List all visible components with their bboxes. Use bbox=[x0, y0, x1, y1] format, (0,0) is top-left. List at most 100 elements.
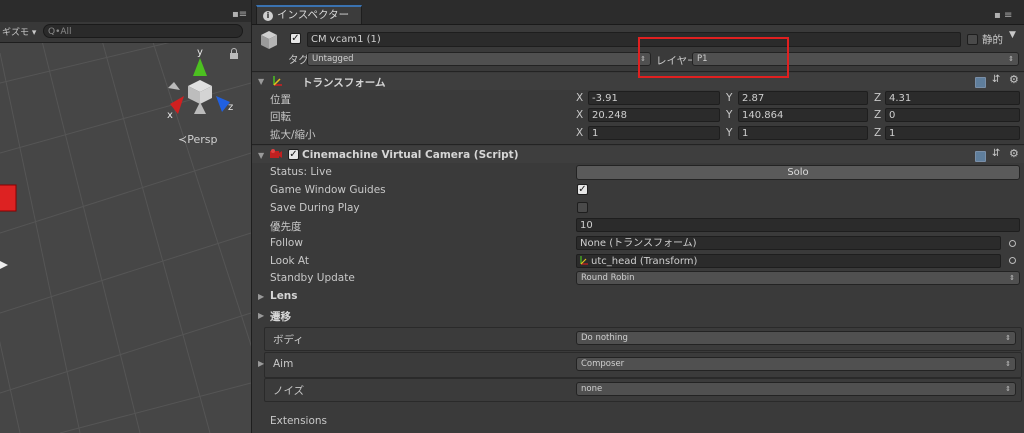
transform-icon bbox=[273, 76, 282, 86]
position-x-field[interactable]: -3.91 bbox=[588, 91, 720, 105]
rotation-z-label[interactable]: Z bbox=[874, 109, 881, 121]
tab-inspector[interactable]: i インスペクター bbox=[256, 5, 362, 24]
scale-y-field[interactable]: 1 bbox=[738, 126, 868, 140]
solo-button[interactable]: Solo bbox=[576, 165, 1020, 180]
help-book-icon[interactable] bbox=[975, 77, 986, 88]
layer-highlight-box bbox=[638, 37, 789, 78]
info-icon: i bbox=[263, 11, 273, 21]
divider bbox=[252, 144, 1024, 145]
priority-label: 優先度 bbox=[270, 221, 302, 233]
scale-x-label[interactable]: X bbox=[576, 127, 583, 139]
persp-toggle[interactable]: ≺Persp bbox=[178, 133, 217, 146]
look-at-value: utc_head (Transform) bbox=[591, 256, 698, 267]
axis-x-label: x bbox=[167, 110, 173, 121]
position-y-field[interactable]: 2.87 bbox=[738, 91, 868, 105]
standby-update-value: Round Robin bbox=[581, 273, 635, 283]
transition-label[interactable]: 遷移 bbox=[270, 309, 291, 324]
lens-foldout-arrow[interactable]: ▶ bbox=[258, 292, 264, 301]
follow-field[interactable]: None (トランスフォーム) bbox=[576, 236, 1001, 250]
scene-arrow-white bbox=[0, 261, 8, 269]
standby-update-label: Standby Update bbox=[270, 272, 355, 284]
vcam-enabled-checkbox[interactable]: ✓ bbox=[288, 149, 299, 160]
transform-foldout-arrow[interactable]: ▼ bbox=[258, 77, 264, 86]
rotation-label: 回転 bbox=[270, 111, 291, 123]
scene-tab-bar: ▪≡ bbox=[0, 0, 251, 23]
inspector-menu-icon[interactable]: ≡ bbox=[1004, 10, 1012, 21]
gizmos-dropdown[interactable]: ギズモ ▾ bbox=[2, 25, 36, 38]
status-label: Status: Live bbox=[270, 166, 332, 178]
axis-y-label: y bbox=[197, 47, 203, 58]
inspector-panel: i インスペクター ▪ ≡ ✓ CM vcam1 (1) 静的 ▼ タグ Unta… bbox=[252, 0, 1024, 433]
rotation-x-field[interactable]: 20.248 bbox=[588, 108, 720, 122]
position-z-label[interactable]: Z bbox=[874, 92, 881, 104]
scale-z-field[interactable]: 1 bbox=[885, 126, 1020, 140]
noise-dropdown[interactable]: none ⇕ bbox=[576, 382, 1016, 396]
look-at-object-picker-icon[interactable] bbox=[1009, 257, 1016, 264]
inspector-lock-icon[interactable]: ▪ bbox=[994, 10, 1001, 21]
vcam-foldout-arrow[interactable]: ▼ bbox=[258, 151, 264, 160]
inspector-tab-bar: i インスペクター ▪ ≡ bbox=[252, 0, 1024, 25]
scene-search-input[interactable]: Q•All bbox=[43, 24, 243, 38]
body-dropdown[interactable]: Do nothing ⇕ bbox=[576, 331, 1016, 345]
noise-label: ノイズ bbox=[273, 385, 305, 397]
body-value: Do nothing bbox=[581, 333, 628, 343]
game-window-guides-label: Game Window Guides bbox=[270, 184, 386, 196]
vcam-title: Cinemachine Virtual Camera (Script) bbox=[302, 149, 519, 161]
gear-icon[interactable]: ⚙ bbox=[1009, 147, 1019, 160]
look-at-field[interactable]: utc_head (Transform) bbox=[576, 254, 1001, 268]
scene-menu-icon[interactable]: ▪≡ bbox=[232, 9, 247, 20]
axis-z-label: z bbox=[228, 102, 233, 113]
cinemachine-icon bbox=[270, 149, 282, 158]
rotation-x-label[interactable]: X bbox=[576, 109, 583, 121]
scene-toolbar: ギズモ ▾ Q•All bbox=[0, 22, 251, 43]
follow-object-picker-icon[interactable] bbox=[1009, 240, 1016, 247]
transition-foldout-arrow[interactable]: ▶ bbox=[258, 311, 264, 320]
position-y-label[interactable]: Y bbox=[726, 92, 732, 104]
static-label: 静的 bbox=[982, 34, 1003, 46]
gameobject-cube-icon bbox=[261, 31, 277, 49]
rotation-z-field[interactable]: 0 bbox=[885, 108, 1020, 122]
tab-inspector-label: インスペクター bbox=[277, 9, 350, 21]
object-name-field[interactable]: CM vcam1 (1) bbox=[307, 32, 961, 47]
rotation-y-field[interactable]: 140.864 bbox=[738, 108, 868, 122]
help-book-icon[interactable] bbox=[975, 151, 986, 162]
look-at-label: Look At bbox=[270, 255, 310, 267]
preset-icon[interactable]: ⇵ bbox=[992, 148, 1000, 159]
scene-view[interactable]: ▪≡ ギズモ ▾ Q•All y x z ≺Persp bbox=[0, 0, 252, 433]
save-during-play-checkbox[interactable] bbox=[577, 202, 588, 213]
scale-y-label[interactable]: Y bbox=[726, 127, 732, 139]
axis-y-cone[interactable] bbox=[193, 58, 207, 76]
static-checkbox[interactable] bbox=[967, 34, 978, 45]
scene-object-red[interactable] bbox=[0, 184, 17, 212]
standby-update-dropdown[interactable]: Round Robin ⇕ bbox=[576, 271, 1020, 285]
active-checkbox[interactable]: ✓ bbox=[290, 33, 301, 44]
body-label: ボディ bbox=[273, 334, 304, 346]
static-dropdown-arrow[interactable]: ▼ bbox=[1009, 30, 1016, 40]
lock-icon[interactable] bbox=[229, 48, 239, 60]
aim-dropdown[interactable]: Composer ⇕ bbox=[576, 357, 1016, 371]
aim-foldout-arrow[interactable]: ▶ bbox=[258, 359, 264, 368]
position-label: 位置 bbox=[270, 94, 291, 106]
scale-z-label[interactable]: Z bbox=[874, 127, 881, 139]
scale-x-field[interactable]: 1 bbox=[588, 126, 720, 140]
aim-label: Aim bbox=[273, 358, 294, 370]
tag-dropdown[interactable]: Untagged ⇕ bbox=[307, 52, 651, 66]
noise-value: none bbox=[581, 384, 603, 394]
gizmos-label: ギズモ bbox=[2, 28, 30, 38]
tag-value: Untagged bbox=[312, 54, 354, 64]
tag-label: タグ bbox=[288, 54, 309, 66]
game-window-guides-checkbox[interactable]: ✓ bbox=[577, 184, 588, 195]
position-x-label[interactable]: X bbox=[576, 92, 583, 104]
position-z-field[interactable]: 4.31 bbox=[885, 91, 1020, 105]
lens-label[interactable]: Lens bbox=[270, 290, 298, 302]
save-during-play-label: Save During Play bbox=[270, 202, 360, 214]
extensions-label: Extensions bbox=[270, 415, 328, 427]
gear-icon[interactable]: ⚙ bbox=[1009, 73, 1019, 86]
transform-icon bbox=[580, 256, 588, 265]
priority-field[interactable]: 10 bbox=[576, 218, 1020, 232]
rotation-y-label[interactable]: Y bbox=[726, 109, 732, 121]
aim-value: Composer bbox=[581, 359, 625, 369]
transform-title: トランスフォーム bbox=[302, 77, 386, 89]
follow-label: Follow bbox=[270, 237, 303, 249]
preset-icon[interactable]: ⇵ bbox=[992, 74, 1000, 85]
